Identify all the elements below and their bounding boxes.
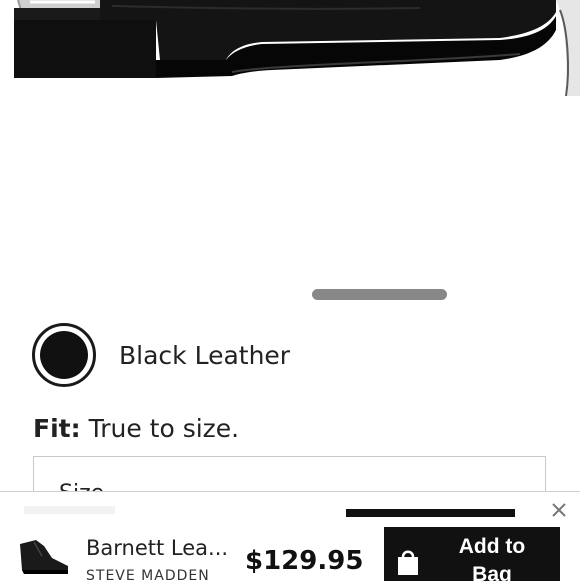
fit-label: Fit: <box>33 414 81 443</box>
color-name: Black Leather <box>119 340 291 370</box>
product-brand: STEVE MADDEN <box>86 568 210 581</box>
product-title[interactable]: Barnett Lea... <box>86 536 228 560</box>
carousel-indicator[interactable] <box>312 289 447 300</box>
sticky-add-to-bag-bar: Barnett Lea... STEVE MADDEN $129.95 Add … <box>0 491 580 581</box>
product-price: $129.95 <box>245 546 364 576</box>
add-to-bag-button[interactable]: Add to Bag <box>384 527 560 581</box>
color-swatch-selected[interactable] <box>32 323 96 387</box>
color-swatch-fill <box>40 331 88 379</box>
sticky-bar-divider <box>24 506 115 514</box>
fit-value: True to size. <box>88 414 240 443</box>
shopping-bag-icon <box>398 550 418 575</box>
color-swatch-row: Black Leather <box>32 322 290 388</box>
product-image <box>14 0 580 97</box>
fit-info: Fit: True to size. <box>33 414 239 443</box>
close-icon[interactable] <box>549 500 569 520</box>
sticky-bar-accent <box>346 509 515 517</box>
product-thumbnail <box>20 540 68 574</box>
add-to-bag-label: Add to Bag <box>458 535 526 581</box>
